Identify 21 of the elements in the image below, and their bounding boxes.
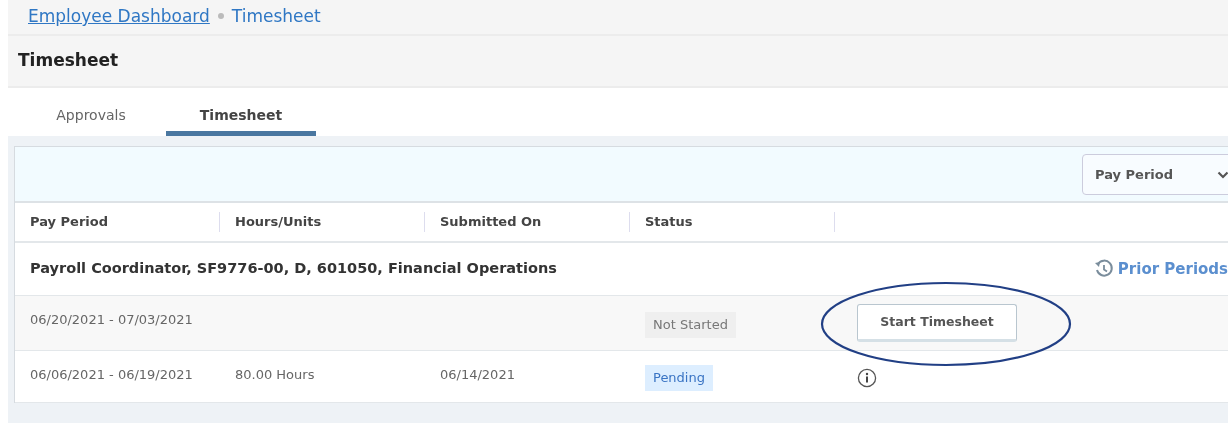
pay-period-text: 06/20/2021 - 07/03/2021 xyxy=(30,312,193,327)
chevron-down-icon xyxy=(1217,170,1228,179)
group-title: Payroll Coordinator, SF9776-00, D, 601050, Financial Operations xyxy=(30,259,557,279)
column-header: Hours/Units xyxy=(235,214,322,230)
column-header: Submitted On xyxy=(440,214,542,230)
pay-period-dropdown[interactable]: Pay Period xyxy=(1082,154,1228,195)
dropdown-value: Pay Period xyxy=(1095,165,1174,184)
tab[interactable]: Approvals xyxy=(16,88,166,136)
status-badge: Pending xyxy=(645,365,713,391)
info-icon[interactable] xyxy=(857,367,877,388)
column-header: Status xyxy=(645,214,693,230)
pay-period-text: 06/06/2021 - 06/19/2021 xyxy=(30,367,193,382)
history-icon xyxy=(1093,259,1114,279)
column-header: Pay Period xyxy=(30,214,108,230)
status-badge: Not Started xyxy=(645,312,736,338)
hours-text: 80.00 Hours xyxy=(235,367,315,382)
page-title: Timesheet xyxy=(8,36,1228,88)
breadcrumb-current: Timesheet xyxy=(231,6,321,26)
start-timesheet-button[interactable]: Start Timesheet xyxy=(857,304,1017,342)
breadcrumb-link[interactable]: Employee Dashboard xyxy=(28,6,210,26)
submitted-date: 06/14/2021 xyxy=(440,367,515,382)
